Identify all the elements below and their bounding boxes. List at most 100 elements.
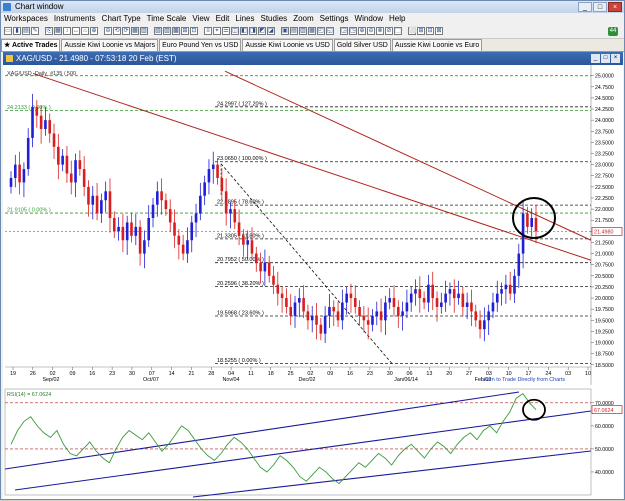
candle-body [216,164,219,178]
workspace-tab[interactable]: Aussie Kiwi Loonie vs Majors [61,39,159,51]
toolbar-button-icon[interactable]: ⊕ [358,27,366,35]
candle-body [168,209,172,223]
toolbar-button-icon[interactable]: ⊕ [90,27,98,35]
toolbar-button-icon[interactable]: ⊟ [426,27,434,35]
menu-item-settings[interactable]: Settings [317,13,352,25]
toolbar-button-icon[interactable]: ✎ [31,27,39,35]
chart-maximize-button[interactable]: □ [601,54,610,63]
toolbar-button-icon[interactable]: ▤ [22,27,30,35]
candle-body [435,298,439,307]
workspace-tab[interactable]: Aussie Kiwi Loonie vs USD [242,39,333,51]
chart-minimize-button[interactable]: _ [591,54,600,63]
toolbar-button-icon[interactable]: ◱ [326,27,334,35]
toolbar-button-icon[interactable]: ⊠ [435,27,443,35]
menu-item-time-scale[interactable]: Time Scale [144,13,190,25]
candle-body [319,324,323,334]
y-tick-label: 22.2500 [595,196,614,202]
toolbar-button-icon[interactable]: ◧ [240,27,248,35]
candle-body [246,240,249,245]
toolbar-button-icon[interactable]: ◩ [258,27,266,35]
toolbar-button-icon[interactable]: ◪ [267,27,275,35]
candle-body [371,315,374,325]
toolbar-button-icon[interactable]: ⊡ [190,27,198,35]
fibonacci-anchor-line [220,163,394,366]
candle-body [517,253,521,276]
toolbar-button-icon[interactable]: ⊖ [104,27,112,35]
menu-item-edit[interactable]: Edit [213,13,233,25]
toolbar-button-icon[interactable]: ◳ [349,27,357,35]
toolbar-button-icon[interactable]: ▮ [13,27,21,35]
y-tick-label: 21.2500 [595,240,614,246]
learn-to-trade-link[interactable]: Learn to Trade Directly from Charts [481,377,565,383]
toolbar-button-icon[interactable]: ⎘ [45,27,53,35]
price-and-rsi-chart[interactable]: 25.0000 24.7500 24.5000 24.2500 24.0000 23.75… [3,65,623,499]
menu-item-zoom[interactable]: Zoom [290,13,316,25]
close-button[interactable]: × [608,2,622,12]
menu-item-lines[interactable]: Lines [232,13,257,25]
toolbar-button-icon[interactable]: ▭ [4,27,12,35]
candle-body [160,191,163,201]
menu-item-workspaces[interactable]: Workspaces [1,13,51,25]
menu-item-help[interactable]: Help [386,13,408,25]
toolbar-button-icon[interactable]: ▧ [154,27,162,35]
toolbar-button-icon[interactable]: ▦ [131,27,139,35]
toolbar-button-icon[interactable]: ↕ [63,27,71,35]
toolbar-button-icon[interactable]: ▨ [163,27,171,35]
candle-body [39,115,43,130]
candle-body [440,302,443,307]
candle-body [112,218,116,232]
toolbar-badge: 44 [608,27,618,36]
toolbar-button-icon[interactable]: ⌖ [213,27,221,35]
y-tick-label: 18.5000 [595,363,614,369]
toolbar-button-icon[interactable]: ⊖ [367,27,375,35]
toolbar-button-icon[interactable]: ▤ [290,27,298,35]
toolbar-button-icon[interactable]: ▥ [299,27,307,35]
toolbar-button-icon[interactable]: ◨ [249,27,257,35]
menu-item-view[interactable]: View [189,13,212,25]
toolbar-button-icon[interactable]: ↔ [72,27,80,35]
candle-body [358,306,361,316]
workspace-tab[interactable]: Euro Pound Yen vs USD [159,39,242,51]
candle-body [534,218,538,232]
toolbar-button-icon[interactable]: ▦ [54,27,62,35]
minimize-button[interactable]: _ [578,2,592,12]
maximize-button[interactable]: □ [593,2,607,12]
candle-body [190,222,194,241]
menu-item-chart-type[interactable]: Chart Type [99,13,144,25]
toolbar-button-icon[interactable]: ▦ [308,27,316,35]
candle-body [457,293,460,299]
toolbar-button-icon[interactable]: ⟲ [113,27,121,35]
toolbar-button-icon[interactable]: ⟳ [122,27,130,35]
x-tick-label: 26 [30,371,36,377]
chart-close-button[interactable]: × [611,54,620,63]
toolbar-button-icon[interactable]: ⬚ [394,27,402,35]
toolbar-button-icon[interactable]: ⊞ [181,27,189,35]
x-tick-label: 16 [347,371,353,377]
toolbar-button-icon[interactable]: ⌂ [81,27,89,35]
y-tick-label: 20.0000 [595,296,614,302]
toolbar-button-icon[interactable]: ◫ [231,27,239,35]
toolbar-button-icon[interactable]: ☰ [222,27,230,35]
menu-item-studies[interactable]: Studies [258,13,291,25]
menu-item-instruments[interactable]: Instruments [51,13,99,25]
toolbar-button-icon[interactable]: ⊗ [376,27,384,35]
workspace-tab[interactable]: Aussie Kiwi Loonie vs Euro [391,39,483,51]
toolbar-button-icon[interactable]: ◰ [317,27,325,35]
x-tick-label: 10 [585,371,591,377]
window-controls: _ □ × [578,2,622,12]
workspace-tab[interactable]: ★ Active Trades [1,39,61,51]
toolbar-button-icon[interactable]: ◲ [340,27,348,35]
toolbar-button-icon[interactable]: ⬜ [408,27,416,35]
candle-body [491,302,495,312]
toolbar-button-icon[interactable]: ▥ [140,27,148,35]
chart-area[interactable]: 25.0000 24.7500 24.5000 24.2500 24.0000 23.75… [3,65,623,499]
x-tick-label: 30 [387,371,393,377]
menu-item-window[interactable]: Window [352,13,386,25]
toolbar-button-icon[interactable]: ⊘ [385,27,393,35]
workspace-tab[interactable]: Gold Silver USD [333,39,391,51]
toolbar-button-icon[interactable]: ▣ [281,27,289,35]
toolbar-button-icon[interactable]: ≡ [204,27,212,35]
toolbar-button-icon[interactable]: ▩ [172,27,180,35]
toolbar-button-icon[interactable]: ⊞ [417,27,425,35]
candle-body [422,298,426,303]
